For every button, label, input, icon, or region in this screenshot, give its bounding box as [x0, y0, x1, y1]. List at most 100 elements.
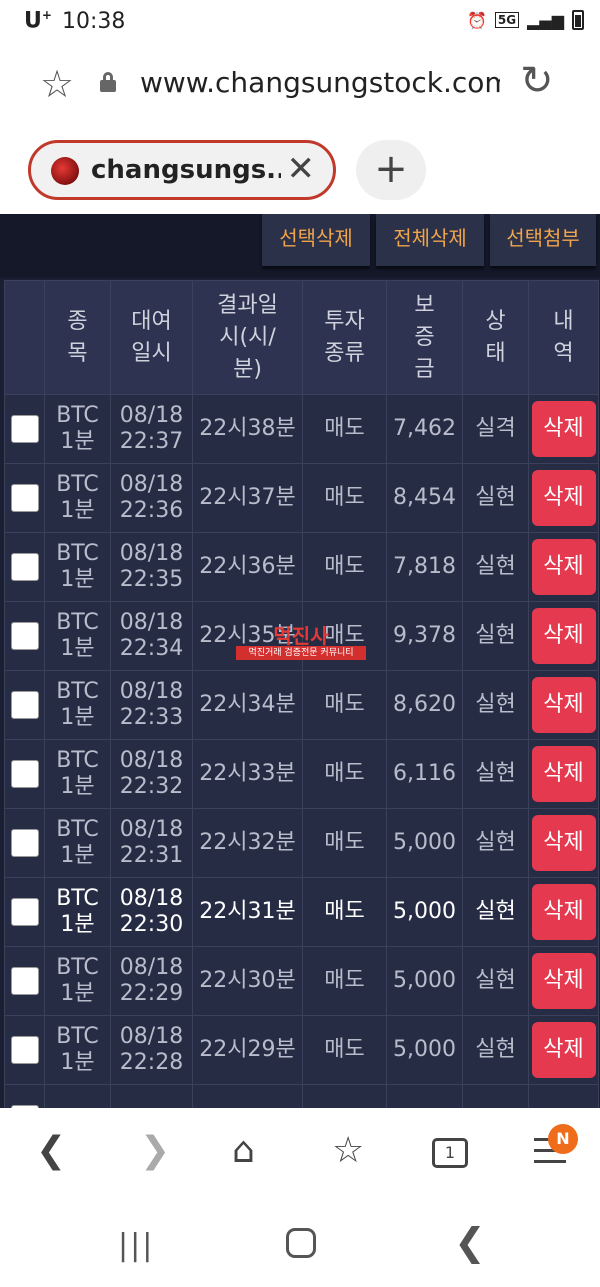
delete-row-button[interactable]: 삭제 [531, 470, 596, 526]
cell-rent-time: 08/18 22:34 [110, 601, 193, 671]
row-checkbox[interactable] [10, 967, 39, 995]
cell-invest-type: 매도 [302, 877, 387, 947]
cell-result-time: 22시32분 [192, 808, 303, 878]
cell-invest-type: 매도 [302, 532, 387, 602]
cell-rent-time: 08/18 22:31 [110, 808, 193, 878]
browser-bottom-nav: ❮ ❯ ⌂ ☆ 1 N [0, 1108, 600, 1204]
cell-deposit: 6,116 [386, 739, 463, 809]
cell-detail: 삭제 [528, 532, 599, 602]
table-row: BTC 1분 08/18 22:37 22시38분 매도 7,462 실격 삭제 [4, 394, 599, 464]
watermark-logo: 먹진사 [273, 624, 329, 648]
row-select-cell[interactable] [4, 394, 45, 464]
col-status: 상 태 [462, 280, 529, 395]
cell-status: 실현 [462, 1015, 529, 1085]
attach-selected-button[interactable]: 선택첨부 [490, 214, 596, 266]
new-tab-button[interactable]: + [356, 140, 426, 200]
delete-row-button[interactable]: 삭제 [531, 677, 596, 733]
delete-row-button[interactable]: 삭제 [531, 953, 596, 1009]
watermark-tagline: 먹진거래 검증전문 커뮤니티 [236, 646, 366, 660]
row-select-cell[interactable] [4, 1015, 45, 1085]
row-select-cell[interactable] [4, 739, 45, 809]
system-back-icon[interactable]: ❮ [454, 1220, 486, 1264]
row-checkbox[interactable] [10, 553, 39, 581]
row-checkbox[interactable] [10, 829, 39, 857]
row-select-cell[interactable] [4, 808, 45, 878]
trade-history-table: 종 목 대여 일시 결과일 시(시/ 분) 투자 종류 보 증 금 상 태 내 … [4, 280, 599, 1108]
close-icon[interactable]: ✕ [287, 149, 316, 189]
delete-row-button[interactable]: 삭제 [531, 815, 596, 871]
cell-status [462, 1084, 529, 1108]
delete-selected-button[interactable]: 선택삭제 [262, 214, 370, 266]
cell-detail: 삭제 [528, 601, 599, 671]
cell-status: 실현 [462, 601, 529, 671]
delete-row-button[interactable]: 삭제 [531, 401, 596, 457]
cell-deposit: 7,462 [386, 394, 463, 464]
row-select-cell[interactable] [4, 601, 45, 671]
cell-detail: 삭제 [528, 394, 599, 464]
alarm-icon: ⏰ [466, 10, 487, 30]
delete-all-button[interactable]: 전체삭제 [376, 214, 484, 266]
cell-deposit: 5,000 [386, 946, 463, 1016]
delete-row-button[interactable]: 삭제 [531, 539, 596, 595]
cell-result-time: 22시38분 [192, 394, 303, 464]
cell-detail: 삭제 [528, 946, 599, 1016]
status-icons: ⏰ 5G ▂▄▆ [467, 10, 584, 30]
cell-deposit: 7,818 [386, 532, 463, 602]
back-icon[interactable]: ❮ [36, 1130, 66, 1171]
cell-status: 실현 [462, 463, 529, 533]
row-select-cell[interactable] [4, 877, 45, 947]
row-checkbox[interactable] [10, 691, 39, 719]
delete-row-button[interactable]: 삭제 [531, 884, 596, 940]
cell-status: 실현 [462, 739, 529, 809]
row-checkbox[interactable] [10, 760, 39, 788]
url-field[interactable]: www.changsungstock.com [140, 66, 500, 99]
reload-icon[interactable]: ↻ [520, 58, 554, 104]
cell-rent-time: 08/18 22:35 [110, 532, 193, 602]
recents-icon[interactable]: ||| [118, 1228, 154, 1263]
row-checkbox[interactable] [10, 622, 39, 650]
cell-deposit: 9,378 [386, 601, 463, 671]
cell-status: 실현 [462, 877, 529, 947]
cell-status: 실현 [462, 808, 529, 878]
table-row: BTC 1분 08/18 22:28 22시29분 매도 5,000 실현 삭제 [4, 1015, 599, 1085]
row-select-cell[interactable] [4, 946, 45, 1016]
cell-invest-type: 매도 [302, 739, 387, 809]
battery-icon [572, 10, 584, 30]
row-select-cell[interactable] [4, 532, 45, 602]
cell-result-time: 22시29분 [192, 1015, 303, 1085]
cell-item: BTC 1분 [44, 532, 111, 602]
system-nav: ||| ❮ [0, 1204, 600, 1287]
row-checkbox[interactable] [10, 415, 39, 443]
network-type: 5G [494, 12, 520, 28]
col-result-time: 결과일 시(시/ 분) [192, 280, 303, 395]
cell-rent-time: 08/18 22:37 [110, 394, 193, 464]
cell-rent-time: 08/18 22:29 [110, 946, 193, 1016]
delete-row-button[interactable]: 삭제 [531, 608, 596, 664]
bookmarks-icon[interactable]: ☆ [332, 1130, 364, 1171]
tab-active[interactable]: changsungs... ✕ [28, 140, 336, 200]
delete-row-button[interactable]: 삭제 [531, 1022, 596, 1078]
cell-item: BTC 1분 [44, 463, 111, 533]
cell-detail: 삭제 [528, 739, 599, 809]
cell-deposit: 8,620 [386, 670, 463, 740]
col-item: 종 목 [44, 280, 111, 395]
cell-rent-time: 08/18 22:32 [110, 739, 193, 809]
bookmark-star-icon[interactable]: ☆ [40, 62, 74, 106]
row-checkbox[interactable] [10, 898, 39, 926]
delete-row-button[interactable]: 삭제 [531, 746, 596, 802]
row-select-cell[interactable] [4, 670, 45, 740]
tabs-button[interactable]: 1 [432, 1138, 468, 1168]
row-checkbox[interactable] [10, 1036, 39, 1064]
cell-deposit: 5,000 [386, 808, 463, 878]
cell-status: 실현 [462, 946, 529, 1016]
cell-item: BTC 1분 [44, 739, 111, 809]
forward-icon[interactable]: ❯ [140, 1130, 170, 1171]
site-favicon-icon [51, 157, 79, 185]
home-icon[interactable]: ⌂ [232, 1130, 255, 1171]
row-select-cell[interactable] [4, 1084, 45, 1108]
row-checkbox[interactable] [10, 484, 39, 512]
row-select-cell[interactable] [4, 463, 45, 533]
col-deposit: 보 증 금 [386, 280, 463, 395]
system-home-icon[interactable] [286, 1228, 316, 1258]
lock-icon[interactable] [100, 72, 116, 92]
